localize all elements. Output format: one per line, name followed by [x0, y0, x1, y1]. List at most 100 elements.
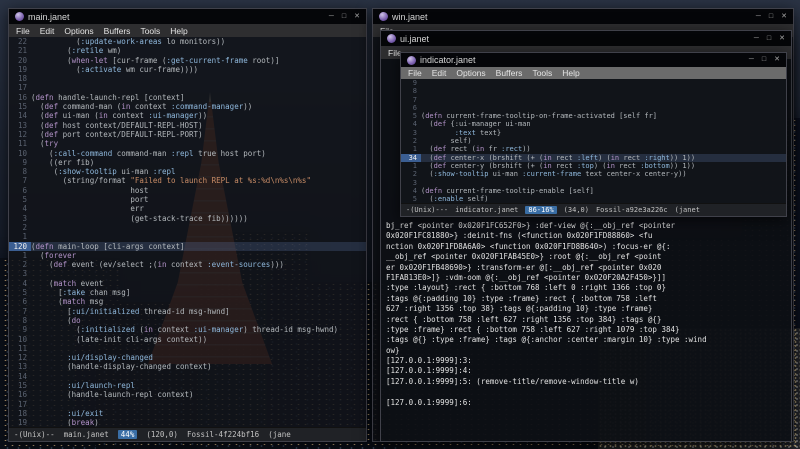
menu-item[interactable]: Buffers	[100, 26, 135, 36]
code-line: 18 :ui/exit	[9, 409, 366, 418]
menu-item[interactable]: File	[12, 26, 34, 36]
line-number: 17	[17, 399, 27, 409]
modeline-buffer-name: indicator.janet	[455, 206, 519, 214]
line-number: 4	[412, 120, 417, 129]
repl-line: [127.0.0.1:9999]:6:	[386, 397, 472, 407]
line-number: 6	[22, 297, 27, 307]
line-number: 18	[17, 408, 27, 418]
menu-item[interactable]: Edit	[428, 68, 451, 78]
line-number: 19	[17, 418, 27, 427]
emacs-icon	[387, 34, 396, 43]
repl-line: __obj_ref <pointer 0x020F1FAB45E0>} :roo…	[386, 252, 662, 262]
menu-item[interactable]: Options	[452, 68, 489, 78]
menu-item[interactable]: Help	[166, 26, 191, 36]
line-number: 9	[22, 157, 27, 167]
maximize-button[interactable]: □	[762, 55, 766, 65]
code-text: [:ui/initialized thread-id msg-hwnd]	[31, 306, 230, 316]
modeline-cursor-position: (120,0)	[146, 430, 178, 439]
minimize-button[interactable]: ─	[754, 34, 759, 44]
menu-item[interactable]: Buffers	[492, 68, 527, 78]
minimize-button[interactable]: ─	[329, 12, 334, 22]
code-text: (:call-command command-man :repl true ho…	[31, 148, 266, 158]
code-text: :ui/launch-repl	[67, 380, 135, 390]
window-title: indicator.janet	[420, 55, 476, 65]
code-line: 14	[9, 372, 366, 381]
line-number: 11	[17, 343, 27, 353]
repl-line: [127.0.0.1:9999]:3:	[386, 356, 472, 366]
code-text: (do	[31, 315, 81, 325]
code-line: 11	[9, 344, 366, 353]
repl-line: bj_ref <pointer 0x020F1FC652F0>} :def-vi…	[386, 221, 675, 230]
code-line: 12 (def port context/DEFAULT-REPL-PORT)	[9, 130, 366, 139]
menu-item[interactable]: Tools	[136, 26, 164, 36]
line-number: 3	[22, 269, 27, 279]
line-number: 1	[22, 232, 27, 242]
line-number: 1	[412, 145, 417, 154]
close-button[interactable]: ✕	[774, 55, 780, 65]
title-bar[interactable]: win.janet ─ □ ✕	[373, 9, 793, 24]
line-number: 4	[412, 186, 417, 195]
repl-line: :tags @{} :type :frame} :tags @{:anchor …	[386, 335, 707, 345]
menu-item[interactable]: Options	[60, 26, 97, 36]
code-buffer[interactable]: 9 8 7 6 5 (defn current-frame-tooltip-on…	[401, 79, 786, 203]
line-number: 10	[17, 148, 27, 158]
close-button[interactable]: ✕	[779, 34, 785, 44]
code-text: (def host context/DEFAULT-REPL-HOST)	[31, 120, 203, 130]
code-text: (defn main-loop [cli-args context]	[31, 241, 185, 251]
line-number: 7	[22, 306, 27, 316]
maximize-button[interactable]: □	[769, 12, 773, 22]
line-number: 16	[17, 390, 27, 400]
desktop: main.janet ─ □ ✕ File Edit Options Buffers T…	[0, 0, 800, 449]
close-button[interactable]: ✕	[354, 12, 360, 22]
code-text: :ui/exit	[67, 408, 104, 418]
code-line: 18	[9, 74, 366, 83]
menu-item[interactable]: File	[404, 68, 426, 78]
line-number: 3	[412, 128, 417, 137]
repl-output[interactable]: bj_ref <pointer 0x020F1FC652F0>} :def-vi…	[386, 221, 788, 408]
code-line: 6	[401, 104, 786, 112]
repl-line: 0x020F1FC81880>} :deinit-fns (<function …	[386, 231, 653, 241]
code-line: 22 (:update-work-areas lo monitors))	[9, 37, 366, 46]
code-buffer[interactable]: 22 (:update-work-areas lo monitors)) 21 …	[9, 37, 366, 427]
modeline-vcs-branch: Fossil-4f224bf16	[186, 430, 260, 439]
code-line: 5 [:take chan msg]	[9, 288, 366, 297]
title-bar[interactable]: ui.janet ─ □ ✕	[381, 31, 791, 46]
code-text: port	[31, 195, 149, 205]
code-line: 120 (defn main-loop [cli-args context]	[9, 241, 366, 251]
modeline-cursor-position: (34,0)	[563, 206, 589, 214]
repl-line: F1FAB13E0>]} :vdm-oom @{:__obj_ref <poin…	[386, 272, 666, 282]
close-button[interactable]: ✕	[781, 12, 787, 22]
maximize-button[interactable]: □	[342, 12, 346, 22]
menu-item[interactable]: Tools	[528, 68, 556, 78]
code-text: (:update-work-areas lo monitors))	[31, 37, 226, 46]
title-bar[interactable]: main.janet ─ □ ✕	[9, 9, 366, 24]
minimize-button[interactable]: ─	[756, 12, 761, 22]
code-line: 21 (:retile wm)	[9, 46, 366, 55]
line-number: 1	[412, 161, 417, 170]
line-number: 2	[412, 170, 417, 179]
code-line: 7 (string/format "Failed to launch REPL …	[9, 176, 366, 185]
code-text: (handle-launch-repl context)	[31, 390, 194, 400]
code-line: 7	[401, 96, 786, 104]
menu-item[interactable]: Help	[558, 68, 583, 78]
code-line: 5 (:enable self)	[401, 195, 786, 203]
code-line: 17	[9, 83, 366, 92]
minimize-button[interactable]: ─	[749, 55, 754, 65]
menu-item[interactable]: Edit	[36, 26, 59, 36]
line-number: 11	[17, 139, 27, 149]
maximize-button[interactable]: □	[767, 34, 771, 44]
mode-line: -(Unix)-- main.janet 44% (120,0) Fossil-…	[9, 427, 366, 441]
code-line: 3 (get-stack-trace fib))))))	[9, 214, 366, 223]
title-bar[interactable]: indicator.janet ─ □ ✕	[401, 53, 786, 67]
code-text: (get-stack-trace fib))))))	[31, 213, 248, 223]
code-text: (:retile wm)	[31, 46, 122, 56]
code-line: 1 (forever	[9, 251, 366, 260]
